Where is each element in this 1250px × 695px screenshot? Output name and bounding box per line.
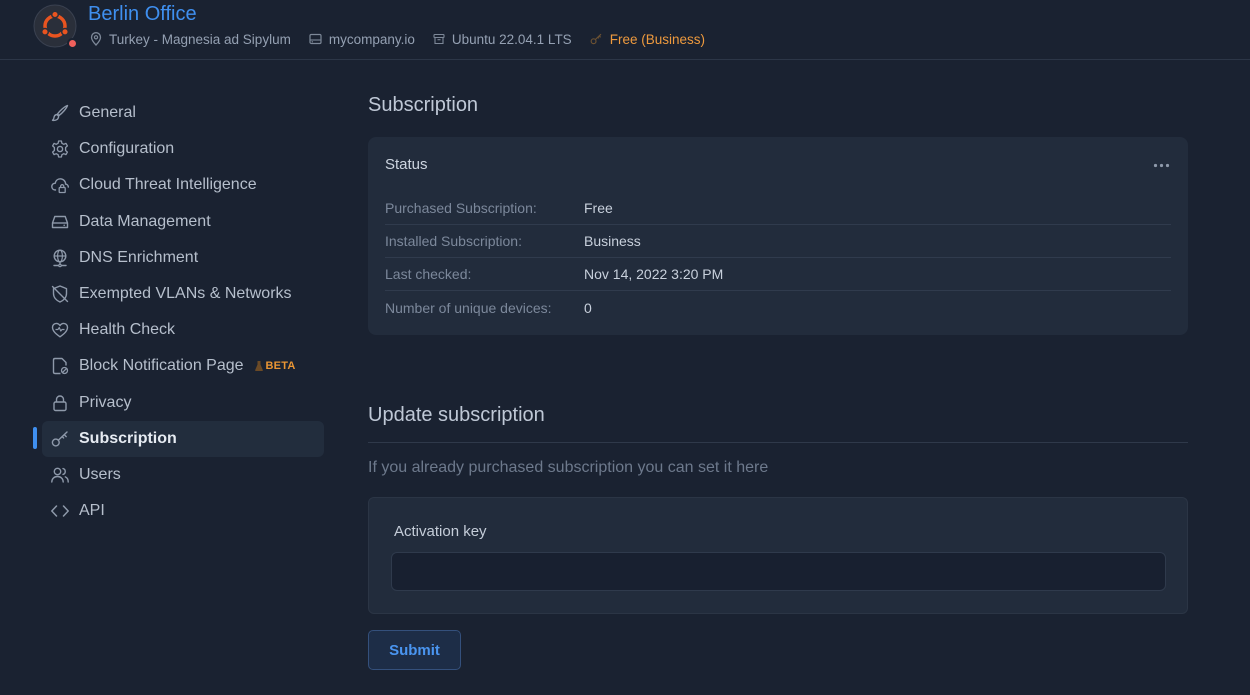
sidebar-item-configuration[interactable]: Configuration [42, 131, 324, 167]
site-name[interactable]: Berlin Office [88, 3, 197, 26]
more-options-icon[interactable] [1153, 163, 1170, 168]
sidebar-item-api[interactable]: API [42, 493, 324, 529]
sidebar-item-label: Data Management [79, 212, 211, 230]
sidebar-item-label: Users [79, 465, 121, 483]
sidebar-item-label: Privacy [79, 393, 132, 411]
cloud-lock-icon [51, 178, 69, 194]
top-header: Berlin Office Turkey - Magnesia ad Sipyl… [0, 0, 1250, 60]
status-row-installed: Installed Subscription: Business [385, 225, 1171, 258]
heart-pulse-icon [51, 322, 69, 338]
beta-badge: BETA [254, 360, 296, 372]
domain-meta: mycompany.io [309, 32, 415, 47]
key-icon [51, 430, 68, 447]
plan-meta: Free (Business) [590, 32, 705, 47]
globe-network-icon [53, 249, 67, 268]
sidebar-item-label: General [79, 104, 136, 121]
users-icon [51, 467, 69, 483]
sidebar-item-label: Block Notification Page [79, 357, 244, 375]
lock-icon [53, 394, 67, 411]
code-icon [51, 505, 69, 517]
ubuntu-logo [33, 4, 78, 49]
gear-icon [51, 140, 69, 158]
subscription-status-card: Status Purchased Subscription: Free Inst… [368, 137, 1188, 335]
flask-icon [254, 361, 263, 372]
activation-key-label: Activation key [394, 523, 487, 540]
subscription-title: Subscription [368, 94, 479, 116]
status-rows: Purchased Subscription: Free Installed S… [385, 192, 1171, 324]
activation-key-card: Activation key [368, 497, 1188, 614]
sidebar-item-label: Health Check [79, 321, 176, 339]
sidebar-item-cloud-threat-intelligence[interactable]: Cloud Threat Intelligence [42, 167, 324, 203]
row-label: Installed Subscription: [385, 233, 522, 249]
sidebar-item-block-notification-page[interactable]: Block Notification Page BETA [42, 348, 324, 384]
sidebar-item-label: DNS Enrichment [79, 248, 199, 266]
hard-drive-icon [51, 215, 69, 228]
status-row-purchased: Purchased Subscription: Free [385, 192, 1171, 225]
archive-box-icon [433, 33, 445, 45]
settings-sidebar: General Configuration Cloud Threat Intel… [33, 95, 324, 529]
sidebar-item-label: Exempted VLANs & Networks [79, 284, 292, 302]
section-divider [368, 442, 1188, 443]
update-subscription-hint: If you already purchased subscription yo… [368, 459, 769, 476]
os-meta: Ubuntu 22.04.1 LTS [433, 32, 572, 47]
submit-button[interactable]: Submit [368, 630, 461, 670]
status-row-last-checked: Last checked: Nov 14, 2022 3:20 PM [385, 258, 1171, 291]
sidebar-item-dns-enrichment[interactable]: DNS Enrichment [42, 240, 324, 276]
row-value: 0 [584, 299, 592, 316]
sidebar-item-label: Configuration [79, 140, 175, 158]
sidebar-item-exempted-vlans-networks[interactable]: Exempted VLANs & Networks [42, 276, 324, 312]
sidebar-item-users[interactable]: Users [42, 457, 324, 493]
sidebar-item-general[interactable]: General [42, 95, 324, 131]
file-block-icon [52, 358, 69, 375]
row-value: Business [584, 233, 641, 249]
sidebar-item-privacy[interactable]: Privacy [42, 385, 324, 421]
offline-status-dot [67, 38, 78, 49]
row-label: Last checked: [385, 266, 472, 282]
plan-text: Free (Business) [609, 31, 705, 47]
sidebar-item-label: Subscription [79, 429, 177, 447]
sidebar-item-health-check[interactable]: Health Check [42, 312, 324, 348]
row-value: Free [584, 200, 613, 216]
row-label: Purchased Subscription: [385, 200, 537, 216]
location-text: Turkey - Magnesia ad Sipylum [109, 31, 291, 47]
location-pin-icon [90, 32, 102, 46]
row-label: Number of unique devices: [385, 299, 552, 316]
row-value: Nov 14, 2022 3:20 PM [584, 266, 724, 282]
update-subscription-title: Update subscription [368, 404, 545, 426]
sidebar-item-label: Cloud Threat Intelligence [79, 176, 257, 194]
shield-off-icon [51, 285, 69, 303]
sidebar-item-subscription[interactable]: Subscription [33, 420, 324, 457]
sidebar-item-label: API [79, 502, 105, 520]
status-row-unique-devices: Number of unique devices: 0 [385, 291, 1171, 324]
site-meta: Turkey - Magnesia ad Sipylum mycompany.i… [90, 31, 723, 47]
os-text: Ubuntu 22.04.1 LTS [451, 31, 572, 47]
sidebar-item-data-management[interactable]: Data Management [42, 204, 324, 240]
beta-badge-label: BETA [265, 360, 296, 373]
domain-text: mycompany.io [328, 31, 415, 47]
status-card-title: Status [385, 156, 428, 173]
server-icon [309, 33, 322, 45]
activation-key-input[interactable] [391, 552, 1166, 591]
brush-icon [51, 104, 69, 122]
key-icon [590, 33, 602, 45]
location-meta: Turkey - Magnesia ad Sipylum [90, 32, 291, 47]
